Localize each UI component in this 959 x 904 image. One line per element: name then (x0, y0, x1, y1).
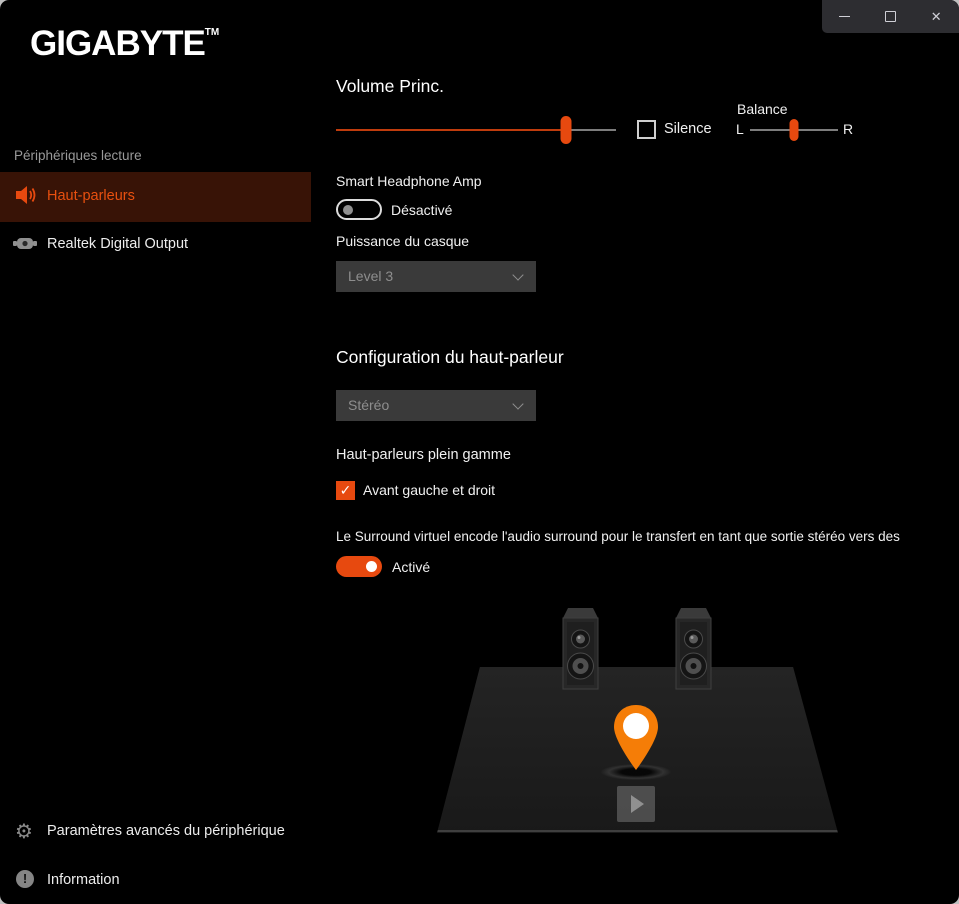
chevron-down-icon (512, 269, 523, 280)
headphone-power-select[interactable]: Level 3 (336, 261, 536, 292)
sidebar-item-digital-output[interactable]: Realtek Digital Output (0, 222, 311, 266)
balance-slider[interactable] (750, 129, 838, 131)
check-icon: ✓ (340, 482, 352, 498)
front-pair-checkbox[interactable]: ✓ (336, 481, 355, 500)
close-icon: ✕ (931, 9, 942, 25)
select-value: Stéréo (348, 397, 389, 413)
sidebar-item-label: Information (47, 872, 120, 888)
sidebar-item-information[interactable]: ! Information (0, 862, 311, 898)
close-button[interactable]: ✕ (913, 0, 959, 33)
sidebar-item-advanced-settings[interactable]: ⚙ Paramètres avancés du périphérique (0, 812, 380, 850)
balance-label: Balance (737, 101, 788, 117)
sidebar-item-speakers[interactable]: Haut-parleurs (0, 172, 311, 222)
listener-position-pin[interactable] (612, 705, 660, 771)
volume-title: Volume Princ. (336, 76, 444, 97)
virtual-surround-description: Le Surround virtuel encode l'audio surro… (336, 529, 959, 544)
virtual-surround-state: Activé (392, 559, 430, 575)
speaker-mode-select[interactable]: Stéréo (336, 390, 536, 421)
maximize-icon (885, 11, 896, 22)
headphone-power-label: Puissance du casque (336, 233, 469, 249)
info-icon: ! (16, 870, 34, 888)
select-value: Level 3 (348, 268, 393, 284)
test-play-button[interactable] (617, 786, 655, 822)
app-window: ✕ GIGABYTETM Principal Périphériques lec… (0, 0, 959, 904)
chevron-down-icon (512, 398, 523, 409)
headphone-amp-toggle[interactable] (336, 199, 382, 220)
mute-label: Silence (664, 121, 712, 137)
window-controls: ✕ (822, 0, 959, 33)
gigabyte-logo: GIGABYTETM (30, 24, 219, 64)
floor-front-edge (437, 830, 838, 832)
balance-slider-thumb[interactable] (790, 119, 799, 141)
volume-slider[interactable] (336, 129, 616, 131)
headphone-amp-state: Désactivé (391, 202, 452, 218)
volume-slider-thumb[interactable] (560, 116, 571, 144)
volume-slider-fill (336, 129, 566, 131)
minimize-button[interactable] (822, 0, 868, 33)
play-icon (631, 795, 644, 813)
front-pair-label: Avant gauche et droit (363, 482, 495, 498)
sidebar-item-principal[interactable]: Principal (0, 84, 311, 116)
sidebar-item-label: Realtek Digital Output (47, 236, 188, 252)
fullrange-label: Haut-parleurs plein gamme (336, 447, 511, 463)
optical-output-icon (13, 237, 37, 250)
balance-right-label: R (843, 121, 853, 137)
speaker-tower-left (560, 606, 601, 691)
headphone-amp-title: Smart Headphone Amp (336, 173, 482, 189)
gear-icon: ⚙ (15, 822, 33, 842)
maximize-button[interactable] (868, 0, 914, 33)
sidebar-section-label: Périphériques lecture (14, 148, 142, 163)
minimize-icon (839, 16, 850, 17)
speaker-icon (16, 185, 38, 205)
speaker-config-title: Configuration du haut-parleur (336, 347, 564, 368)
toggle-knob (343, 205, 353, 215)
sidebar-item-label: Haut-parleurs (47, 188, 135, 204)
speaker-tower-right (673, 606, 714, 691)
virtual-surround-toggle[interactable] (336, 556, 382, 577)
sidebar-item-label: Paramètres avancés du périphérique (47, 823, 285, 839)
toggle-knob (366, 561, 377, 572)
balance-left-label: L (736, 121, 744, 137)
mute-checkbox[interactable] (637, 120, 656, 139)
